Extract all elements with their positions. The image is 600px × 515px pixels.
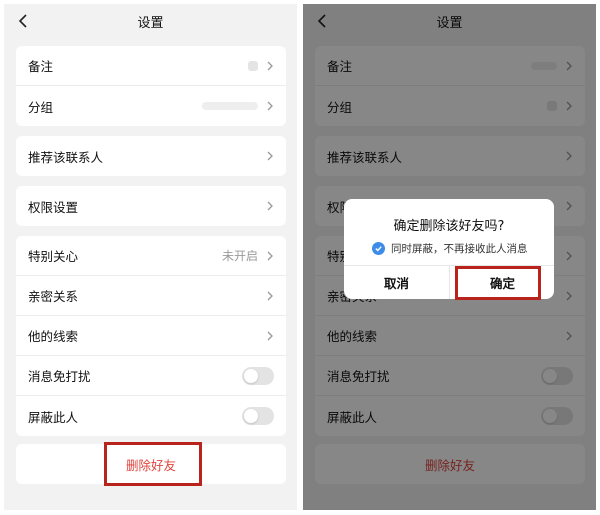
settings-screen-right: 设置 备注 分组 推荐该联系人 权限设置 bbox=[303, 4, 596, 510]
page-title: 设置 bbox=[137, 15, 164, 31]
chevron-right-icon bbox=[266, 100, 274, 112]
row-intimate-relation[interactable]: 亲密关系 bbox=[16, 276, 286, 316]
row-group[interactable]: 分组 bbox=[16, 86, 286, 126]
special-care-status: 未开启 bbox=[221, 249, 258, 263]
row-special-care-label: 特别关心 bbox=[28, 249, 79, 264]
do-not-disturb-toggle[interactable] bbox=[242, 366, 274, 385]
row-intimate-label: 亲密关系 bbox=[28, 289, 79, 304]
row-recommend-contact[interactable]: 推荐该联系人 bbox=[16, 136, 286, 176]
card-relationship: 特别关心 未开启 亲密关系 他的线索 消息免打扰 屏蔽此人 bbox=[16, 236, 286, 436]
chevron-right-icon bbox=[266, 60, 274, 72]
settings-screen-left: 设置 备注 分组 推荐该联系人 权限设置 特别关心 未开启 亲密关系 他的线索 … bbox=[4, 4, 297, 510]
checkmark-icon[interactable] bbox=[372, 242, 385, 255]
dialog-title: 确定删除该好友吗? bbox=[393, 219, 505, 234]
card-remark-group: 备注 分组 bbox=[16, 46, 286, 126]
cancel-button[interactable]: 取消 bbox=[344, 266, 449, 299]
block-checkbox-row[interactable]: 同时屏蔽，不再接收此人消息 bbox=[372, 241, 528, 256]
block-checkbox-label: 同时屏蔽，不再接收此人消息 bbox=[391, 243, 528, 255]
card-recommend: 推荐该联系人 bbox=[16, 136, 286, 176]
card-permission: 权限设置 bbox=[16, 186, 286, 226]
row-special-care[interactable]: 特别关心 未开启 bbox=[16, 236, 286, 276]
back-arrow-icon[interactable] bbox=[16, 13, 30, 29]
toggle-knob bbox=[244, 409, 258, 423]
navbar: 设置 bbox=[4, 4, 297, 38]
row-remark[interactable]: 备注 bbox=[16, 46, 286, 86]
row-remark-label: 备注 bbox=[28, 59, 54, 74]
block-person-toggle[interactable] bbox=[242, 407, 274, 425]
chevron-right-icon bbox=[266, 250, 274, 262]
row-permission-label: 权限设置 bbox=[28, 199, 79, 215]
highlight-box-delete bbox=[104, 442, 202, 486]
row-block-label: 屏蔽此人 bbox=[28, 409, 79, 425]
chevron-right-icon bbox=[266, 150, 274, 162]
row-recommend-label: 推荐该联系人 bbox=[28, 149, 104, 165]
blurred-group-value bbox=[202, 102, 258, 110]
row-dnd-label: 消息免打扰 bbox=[28, 369, 91, 384]
toggle-knob bbox=[244, 368, 258, 383]
chevron-right-icon bbox=[266, 330, 274, 342]
row-his-clues[interactable]: 他的线索 bbox=[16, 316, 286, 356]
row-permission-settings[interactable]: 权限设置 bbox=[16, 186, 286, 226]
row-block-person: 屏蔽此人 bbox=[16, 396, 286, 436]
chevron-right-icon bbox=[266, 290, 274, 302]
row-group-label: 分组 bbox=[28, 99, 54, 115]
highlight-box-confirm bbox=[455, 266, 541, 300]
chevron-right-icon bbox=[266, 200, 274, 212]
row-clues-label: 他的线索 bbox=[28, 329, 79, 344]
row-do-not-disturb: 消息免打扰 bbox=[16, 356, 286, 396]
blurred-remark-value bbox=[248, 60, 258, 71]
